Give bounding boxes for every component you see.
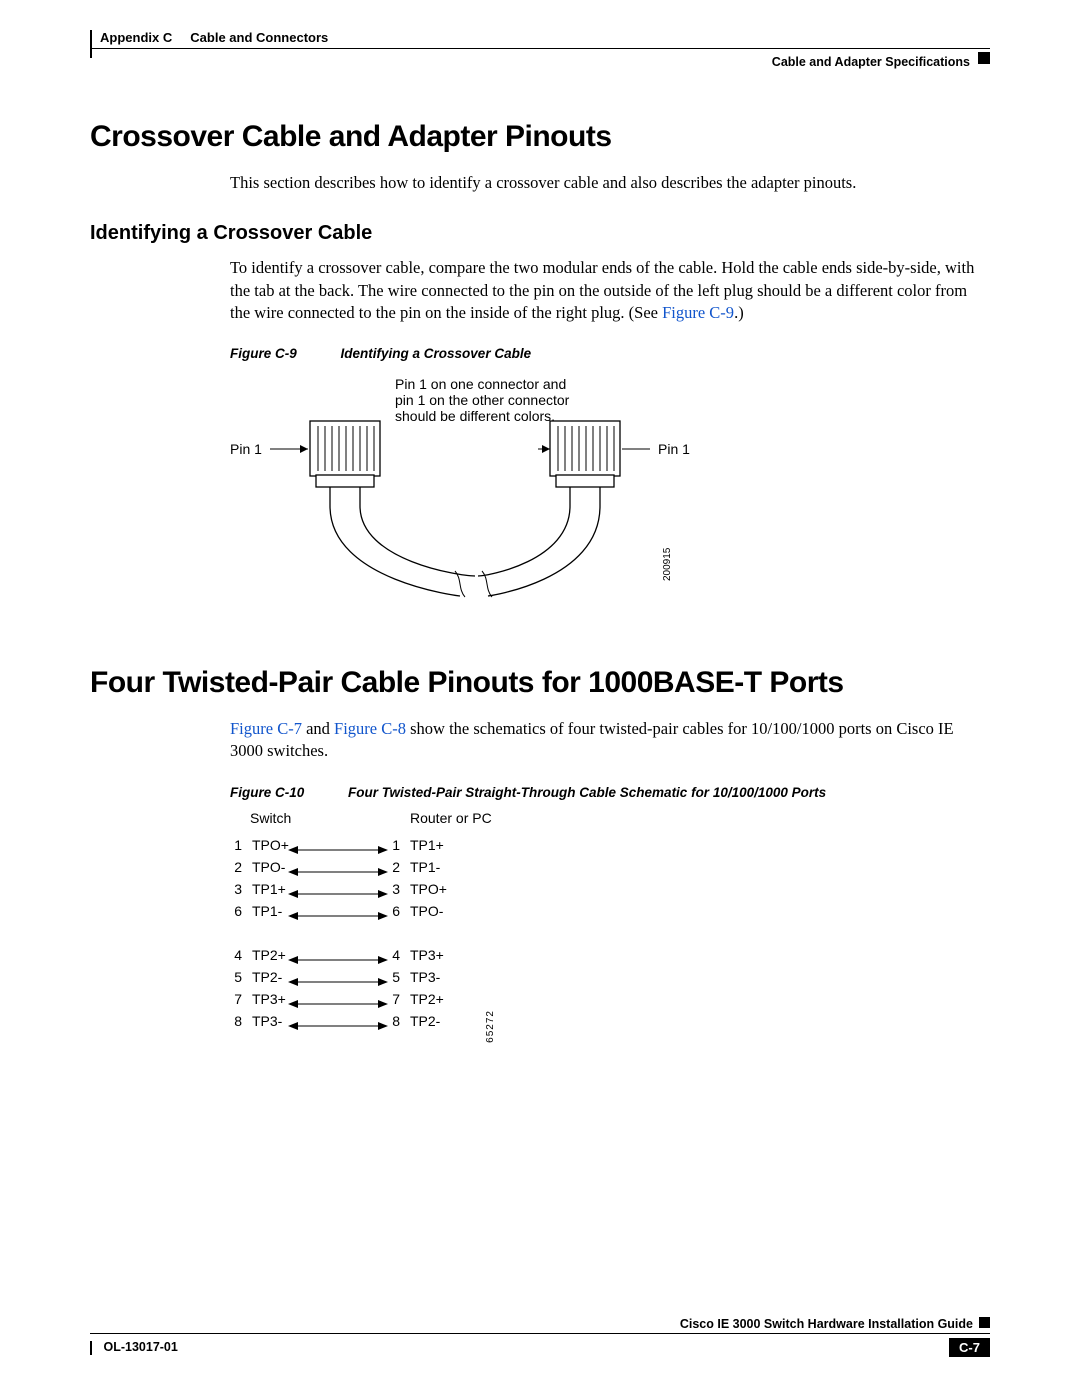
figure-c9-link[interactable]: Figure C-9 [662,303,734,322]
pinout-row: 1TPO+1TP1+ [230,834,990,856]
pin1-left-label: Pin 1 [230,441,262,457]
arrow-right-icon [542,445,550,453]
pin-left-number: 7 [230,991,246,1007]
note-line-3: should be different colors. [395,408,555,424]
pin-left-signal: TP1+ [246,881,288,897]
pinout-row: 2TPO-2TP1- [230,856,990,878]
pin-left-number: 2 [230,859,246,875]
pin-right-number: 2 [388,859,404,875]
pin-right-number: 8 [388,1013,404,1029]
pin-right-signal: TPO- [404,903,446,919]
pin-right-signal: TP1- [404,859,446,875]
pin-left-signal: TP2- [246,969,288,985]
figure-c9-title: Identifying a Crossover Cable [341,346,532,361]
heading-four-twisted-pair: Four Twisted-Pair Cable Pinouts for 1000… [90,666,990,700]
double-arrow-icon [288,954,388,955]
figure-c10-artno: 65272 [485,1010,496,1043]
pinout-row: 3TP1+3TPO+ [230,878,990,900]
pin-left-signal: TP2+ [246,947,288,963]
running-header-left: Appendix C Cable and Connectors [100,30,328,45]
figure-c10-number: Figure C-10 [230,785,304,800]
footer-square-icon [979,1317,990,1328]
double-arrow-icon [288,888,388,889]
footer-guide: Cisco IE 3000 Switch Hardware Installati… [680,1317,973,1331]
pinout-row: 5TP2-5TP3- [230,966,990,988]
figure-c9-artno: 200915 [662,547,673,581]
pin-right-number: 4 [388,947,404,963]
right-connector [550,421,620,487]
pinout-header-left: Switch [250,810,291,826]
pin-left-number: 8 [230,1013,246,1029]
pin-left-signal: TP3+ [246,991,288,1007]
pin-right-signal: TP3+ [404,947,446,963]
pinout-row: 7TP3+7TP2+ [230,988,990,1010]
heading-crossover: Crossover Cable and Adapter Pinouts [90,120,990,154]
para-text-a: To identify a crossover cable, compare t… [230,258,974,322]
note-line-2: pin 1 on the other connector [395,392,570,408]
page: Appendix C Cable and Connectors Cable an… [0,0,1080,1397]
pin-right-signal: TPO+ [404,881,446,897]
header-rule-left [90,30,94,58]
pin-left-number: 6 [230,903,246,919]
pin-left-signal: TPO- [246,859,288,875]
page-number-badge: C-7 [949,1338,990,1357]
left-connector [310,421,380,487]
figure-c7-link[interactable]: Figure C-7 [230,719,302,738]
footer-bar-icon [90,1341,94,1355]
chapter-label: Cable and Connectors [190,30,328,45]
double-arrow-icon [288,866,388,867]
double-arrow-icon [288,976,388,977]
double-arrow-icon [288,1020,388,1021]
pin-left-number: 3 [230,881,246,897]
pin-right-signal: TP2+ [404,991,446,1007]
pin-right-number: 1 [388,837,404,853]
para-mid: and [302,719,334,738]
figure-c8-link[interactable]: Figure C-8 [334,719,406,738]
four-tp-paragraph: Figure C-7 and Figure C-8 show the schem… [230,718,990,763]
double-arrow-icon [288,998,388,999]
header-rule [90,48,990,49]
pin-right-number: 5 [388,969,404,985]
pinout-header-right: Router or PC [410,810,492,826]
para-text-b: .) [734,303,744,322]
pinout-row: 6TP1-6TPO- [230,900,990,922]
pin-right-number: 3 [388,881,404,897]
figure-c9-caption: Figure C-9 Identifying a Crossover Cable [230,346,990,361]
pin-left-signal: TP3- [246,1013,288,1029]
pin-right-number: 7 [388,991,404,1007]
crossover-cable-diagram: Pin 1 on one connector and pin 1 on the … [230,371,750,601]
figure-c10-caption: Figure C-10 Four Twisted-Pair Straight-T… [230,785,990,800]
pinout-row: 8TP3-8TP2- [230,1010,990,1032]
figure-c9: Pin 1 on one connector and pin 1 on the … [230,371,990,606]
pinout-rows: 1TPO+1TP1+2TPO-2TP1-3TP1+3TPO+6TP1-6TPO-… [230,810,990,1032]
identifying-paragraph: To identify a crossover cable, compare t… [230,257,990,324]
pin1-right-label: Pin 1 [658,441,690,457]
pin-left-number: 4 [230,947,246,963]
pin-right-signal: TP1+ [404,837,446,853]
pin-right-signal: TP2- [404,1013,446,1029]
intro-paragraph: This section describes how to identify a… [230,172,990,194]
heading-identifying: Identifying a Crossover Cable [90,222,990,245]
pin-right-signal: TP3- [404,969,446,985]
page-footer: Cisco IE 3000 Switch Hardware Installati… [90,1317,990,1357]
pin-left-number: 5 [230,969,246,985]
figure-c10: Switch Router or PC 1TPO+1TP1+2TPO-2TP1-… [230,810,990,1032]
note-line-1: Pin 1 on one connector and [395,376,566,392]
appendix-label: Appendix C [100,30,172,45]
pin-right-number: 6 [388,903,404,919]
pin-left-number: 1 [230,837,246,853]
double-arrow-icon [288,910,388,911]
pin-left-signal: TPO+ [246,837,288,853]
arrow-right-icon [300,445,308,453]
figure-c9-number: Figure C-9 [230,346,297,361]
footer-docno: OL-13017-01 [103,1340,177,1354]
figure-c10-title: Four Twisted-Pair Straight-Through Cable… [348,785,826,800]
double-arrow-icon [288,844,388,845]
running-header-right: Cable and Adapter Specifications [772,55,970,69]
header-square-icon [978,52,990,64]
pin-left-signal: TP1- [246,903,288,919]
pinout-row: 4TP2+4TP3+ [230,944,990,966]
footer-rule [90,1333,990,1334]
